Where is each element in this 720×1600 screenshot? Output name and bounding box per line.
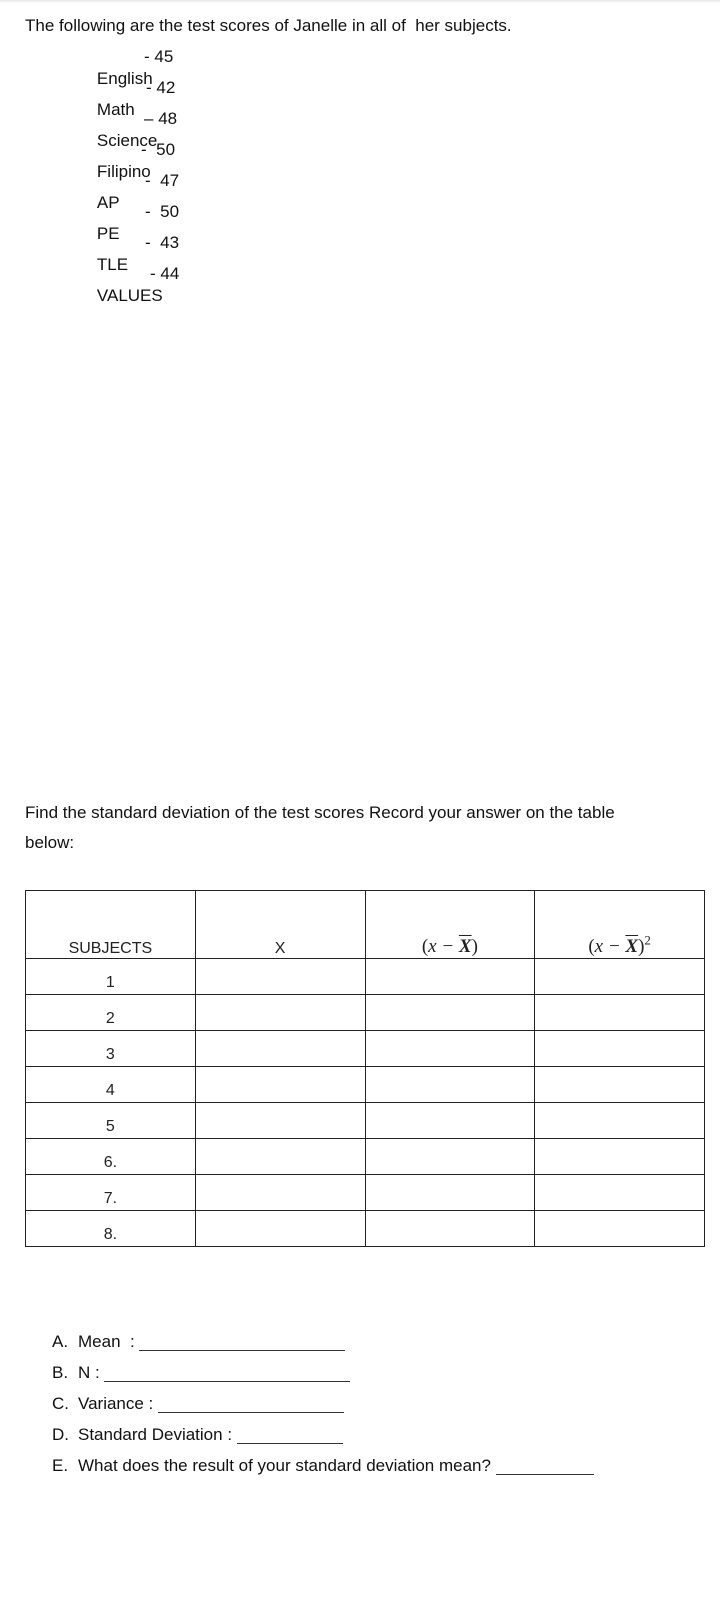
question-standard-deviation: D. Standard Deviation :: [52, 1423, 594, 1454]
page-top-edge: [0, 0, 720, 3]
deviation-cell[interactable]: [364, 1174, 536, 1211]
score-value: 42: [156, 78, 176, 97]
squared-deviation-cell[interactable]: [534, 1174, 705, 1211]
score-value: 44: [160, 264, 180, 283]
x-cell[interactable]: [194, 1138, 366, 1175]
standard-deviation-table: SUBJECTS X (x − X) (x − X)2 1 2 3 4 5 6. 7. 8.: [25, 890, 705, 1247]
question-letter: C.: [52, 1394, 69, 1413]
table-row: 6.: [25, 1138, 705, 1175]
deviation-cell[interactable]: [364, 958, 536, 995]
subject-number-cell: 2: [25, 994, 196, 1031]
x-cell[interactable]: [194, 994, 366, 1031]
subject-number-cell: 7.: [25, 1174, 196, 1211]
score-separator: -: [144, 47, 150, 66]
subject-number-cell: 4: [25, 1066, 196, 1103]
table-row: 2: [25, 994, 705, 1031]
squared-deviation-cell[interactable]: [534, 994, 705, 1031]
squared-deviation-cell[interactable]: [534, 958, 705, 995]
subject-number-cell: 1: [25, 958, 196, 995]
score-value: 43: [160, 233, 180, 252]
question-list: A. Mean : B. N : C. Variance : D. Standard D…: [52, 1330, 594, 1485]
deviation-cell[interactable]: [364, 1030, 536, 1067]
question-letter: A.: [52, 1332, 69, 1351]
subject-number-cell: 5: [25, 1102, 196, 1139]
subject-number-cell: 3: [25, 1030, 196, 1067]
table-row: 4: [25, 1066, 705, 1103]
deviation-cell[interactable]: [364, 1210, 536, 1247]
table-header-row: SUBJECTS X (x − X) (x − X)2: [25, 890, 705, 959]
table-row: 5: [25, 1102, 705, 1139]
table-row: 3: [25, 1030, 705, 1067]
x-cell[interactable]: [194, 1210, 366, 1247]
table-row: 8.: [25, 1210, 705, 1247]
variance-answer-blank[interactable]: [158, 1394, 345, 1413]
score-item-english: English - 45: [78, 46, 173, 88]
question-interpretation: E. What does the result of your standard …: [52, 1454, 594, 1485]
question-letter: D.: [52, 1425, 69, 1444]
question-letter: B.: [52, 1363, 69, 1382]
deviation-cell[interactable]: [364, 994, 536, 1031]
score-item-values: VALUES - 44: [78, 263, 179, 305]
score-separator: –: [144, 109, 154, 128]
mean-symbol: X: [458, 936, 472, 957]
header-deviation: (x − X): [364, 890, 536, 959]
squared-deviation-cell[interactable]: [534, 1066, 705, 1103]
mean-answer-blank[interactable]: [139, 1332, 346, 1351]
subject-number-cell: 6.: [25, 1138, 196, 1175]
question-n: B. N :: [52, 1361, 594, 1392]
score-value: 50: [160, 202, 180, 221]
standard-deviation-answer-blank[interactable]: [236, 1425, 343, 1444]
score-separator: -: [145, 171, 151, 190]
question-text: Mean :: [78, 1332, 140, 1351]
score-separator: -: [145, 202, 151, 221]
score-value: 50: [156, 140, 176, 159]
intro-text: The following are the test scores of Jan…: [25, 16, 512, 35]
score-separator: -: [145, 233, 151, 252]
question-text: N :: [78, 1363, 105, 1382]
subject-name: VALUES: [96, 286, 163, 305]
x-cell[interactable]: [194, 1174, 366, 1211]
score-item-pe: PE - 50: [78, 201, 179, 243]
header-subjects: SUBJECTS: [25, 890, 196, 959]
question-text: Standard Deviation :: [78, 1425, 237, 1444]
score-value: 45: [154, 47, 174, 66]
table-row: 7.: [25, 1174, 705, 1211]
interpretation-answer-blank[interactable]: [495, 1456, 594, 1475]
score-list: English - 45 Math - 42 Science – 48 Filipin…: [78, 46, 179, 305]
score-value: 47: [160, 171, 180, 190]
mean-symbol: X: [625, 936, 639, 957]
score-item-tle: TLE - 43: [78, 232, 179, 274]
squared-deviation-cell[interactable]: [534, 1030, 705, 1067]
deviation-cell[interactable]: [364, 1066, 536, 1103]
deviation-cell[interactable]: [364, 1102, 536, 1139]
score-item-ap: AP - 47: [78, 170, 179, 212]
header-squared-deviation: (x − X)2: [534, 890, 705, 959]
score-item-math: Math - 42: [78, 77, 175, 119]
question-text: What does the result of your standard de…: [78, 1456, 496, 1475]
x-cell[interactable]: [194, 1066, 366, 1103]
score-value: 48: [158, 109, 178, 128]
score-separator: -: [146, 78, 152, 97]
question-letter: E.: [52, 1456, 69, 1475]
exponent: 2: [644, 932, 651, 948]
score-separator: -: [141, 140, 147, 159]
x-cell[interactable]: [194, 1030, 366, 1067]
x-cell[interactable]: [194, 958, 366, 995]
instruction-text: Find the standard deviation of the test …: [25, 803, 615, 852]
table-row: 1: [25, 958, 705, 995]
question-variance: C. Variance :: [52, 1392, 594, 1423]
score-separator: -: [150, 264, 156, 283]
squared-deviation-cell[interactable]: [534, 1138, 705, 1175]
squared-deviation-cell[interactable]: [534, 1102, 705, 1139]
score-item-science: Science – 48: [78, 108, 177, 150]
question-mean: A. Mean :: [52, 1330, 594, 1361]
header-x: X: [194, 890, 366, 959]
n-answer-blank[interactable]: [104, 1363, 351, 1382]
score-item-filipino: Filipino - 50: [78, 139, 175, 181]
question-text: Variance :: [78, 1394, 159, 1413]
subject-number-cell: 8.: [25, 1210, 196, 1247]
deviation-cell[interactable]: [364, 1138, 536, 1175]
x-cell[interactable]: [194, 1102, 366, 1139]
squared-deviation-cell[interactable]: [534, 1210, 705, 1247]
